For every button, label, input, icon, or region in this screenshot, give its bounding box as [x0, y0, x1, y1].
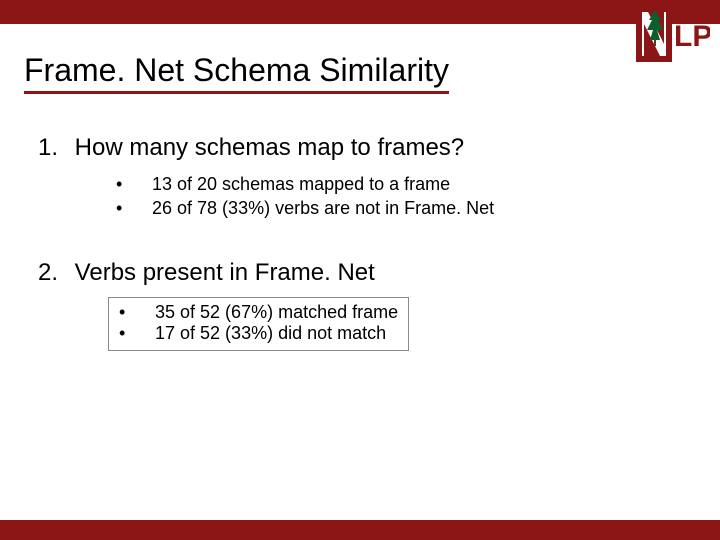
q2-number: 2.	[38, 259, 68, 287]
slide-body: 1. How many schemas map to frames? •13 o…	[38, 134, 678, 351]
q1-number: 1.	[38, 134, 68, 162]
bullet-dot: •	[116, 196, 152, 220]
q1-bullets: •13 of 20 schemas mapped to a frame •26 …	[116, 172, 678, 221]
bullet-text: 26 of 78 (33%) verbs are not in Frame. N…	[152, 198, 494, 218]
bottom-accent-bar	[0, 520, 720, 540]
list-item: •17 of 52 (33%) did not match	[119, 323, 398, 344]
bullet-dot: •	[116, 172, 152, 196]
bullet-dot: •	[119, 302, 155, 323]
q2-bullets-box: •35 of 52 (67%) matched frame •17 of 52 …	[108, 297, 409, 351]
list-item: •13 of 20 schemas mapped to a frame	[116, 172, 678, 196]
list-item: •26 of 78 (33%) verbs are not in Frame. …	[116, 196, 678, 220]
slide-title-wrap: Frame. Net Schema Similarity	[24, 52, 684, 94]
q1-text: How many schemas map to frames?	[75, 134, 464, 161]
question-1: 1. How many schemas map to frames?	[38, 134, 678, 162]
list-item: •35 of 52 (67%) matched frame	[119, 302, 398, 323]
logo-lp-text: LP	[674, 20, 710, 53]
slide-title: Frame. Net Schema Similarity	[24, 52, 449, 94]
question-2: 2. Verbs present in Frame. Net	[38, 259, 678, 287]
bullet-text: 35 of 52 (67%) matched frame	[155, 302, 398, 322]
top-accent-bar	[0, 0, 720, 24]
bullet-text: 13 of 20 schemas mapped to a frame	[152, 174, 450, 194]
bullet-dot: •	[119, 323, 155, 344]
q2-text: Verbs present in Frame. Net	[75, 259, 375, 286]
bullet-text: 17 of 52 (33%) did not match	[155, 323, 386, 343]
